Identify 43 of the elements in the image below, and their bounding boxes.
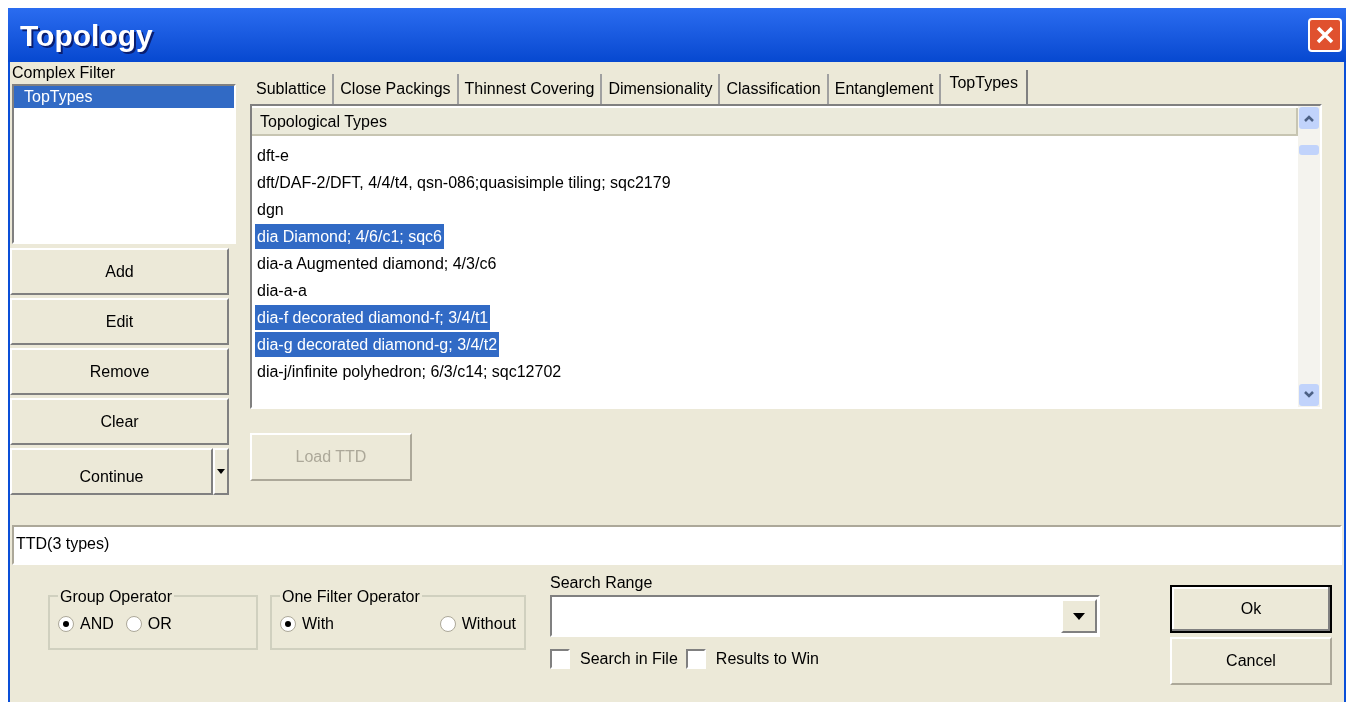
- field-label: Search Range: [550, 573, 654, 593]
- list-row[interactable]: dia-f decorated diamond-f; 3/4/t1: [255, 305, 491, 330]
- window-title: Topology: [20, 17, 153, 54]
- scroll-down-button[interactable]: [1299, 384, 1319, 406]
- dropdown-button[interactable]: [213, 448, 229, 495]
- scrollbar[interactable]: [1298, 106, 1320, 407]
- list-row[interactable]: dgn: [255, 197, 286, 222]
- close-icon: [1315, 25, 1335, 45]
- filter-list[interactable]: TopTypes: [12, 84, 236, 244]
- scroll-up-button[interactable]: [1299, 107, 1319, 129]
- filter-button[interactable]: Edit: [10, 298, 229, 345]
- caret-icon: [217, 469, 225, 474]
- dropdown-button[interactable]: [1061, 599, 1097, 633]
- dialog-button[interactable]: Cancel: [1170, 637, 1332, 685]
- close-button[interactable]: [1308, 18, 1342, 52]
- search-range-dropdown[interactable]: [550, 595, 1100, 637]
- list-row[interactable]: dia-a Augmented diamond; 4/3/c6: [255, 251, 499, 276]
- filter-button[interactable]: Add: [10, 248, 229, 295]
- checkbox-option[interactable]: Search in File: [550, 647, 678, 671]
- list-row[interactable]: dft-e: [255, 143, 291, 168]
- chevron-up-icon: [1303, 114, 1315, 122]
- dialog-button[interactable]: Ok: [1170, 585, 1332, 633]
- types-list[interactable]: [250, 104, 1322, 409]
- filter-button[interactable]: Remove: [10, 348, 229, 395]
- radio-option[interactable]: Without: [439, 613, 516, 635]
- list-row[interactable]: dft/DAF-2/DFT, 4/4/t4, qsn-086;quasisimple tiling; sqc2179: [255, 170, 673, 195]
- column-header[interactable]: Topological Types: [252, 108, 1298, 136]
- radio-option[interactable]: AND: [58, 613, 114, 635]
- list-item[interactable]: TopTypes: [14, 86, 234, 108]
- status-field: TTD(3 types): [12, 525, 1342, 565]
- checkbox-option[interactable]: Results to Win: [685, 647, 819, 671]
- caret-icon: [1073, 612, 1085, 620]
- list-row[interactable]: dia Diamond; 4/6/c1; sqc6: [255, 224, 444, 249]
- list-row[interactable]: dia-a-a: [255, 278, 309, 303]
- continue-button[interactable]: Continue: [10, 448, 213, 495]
- radio-option[interactable]: With: [280, 613, 334, 635]
- list-row[interactable]: dia-g decorated diamond-g; 3/4/t2: [255, 332, 500, 357]
- filter-button[interactable]: Clear: [10, 398, 229, 445]
- panel-label: Complex Filter: [11, 63, 117, 83]
- radio-option[interactable]: OR: [125, 613, 172, 635]
- scroll-thumb[interactable]: [1299, 145, 1319, 155]
- chevron-down-icon: [1303, 391, 1315, 399]
- list-row[interactable]: dia-j/infinite polyhedron; 6/3/c14; sqc12702: [255, 359, 564, 384]
